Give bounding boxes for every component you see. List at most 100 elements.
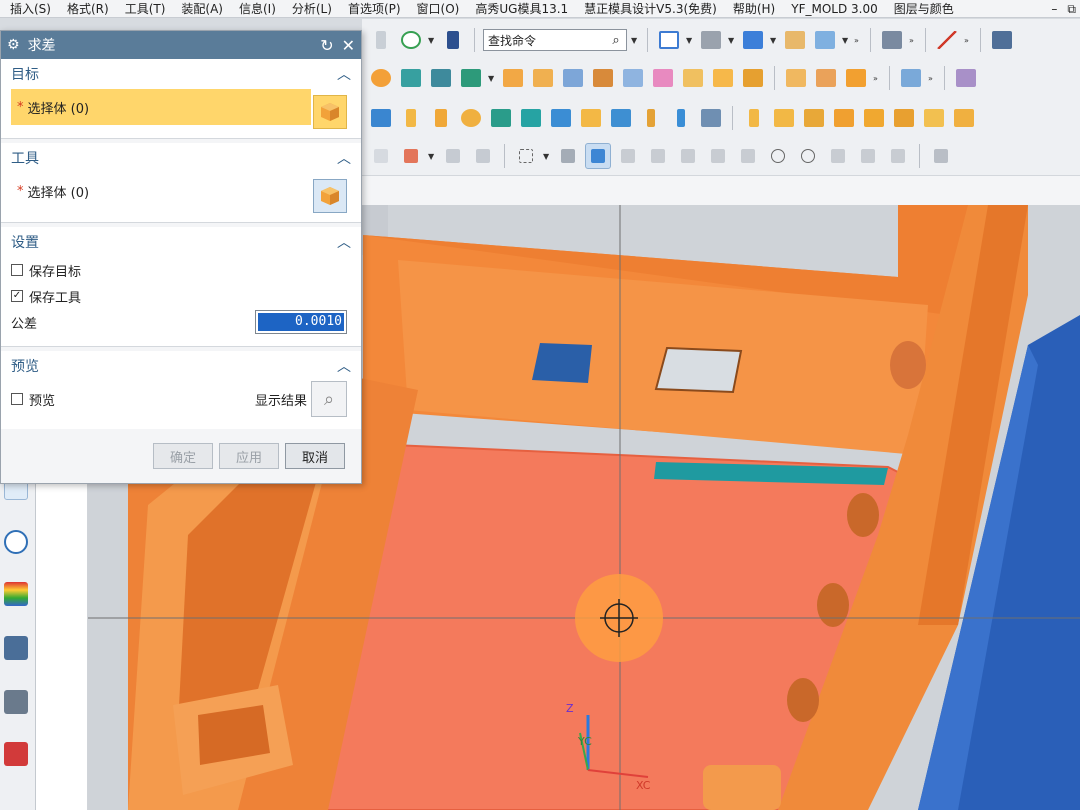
collapse-icon[interactable]: ︿ (337, 148, 351, 168)
restore-icon[interactable]: ⧉ (1067, 2, 1076, 17)
info-icon[interactable] (440, 27, 466, 53)
menu-assembly[interactable]: 装配(A) (173, 0, 231, 17)
preview-checkbox[interactable] (11, 393, 23, 405)
snap-point-icon[interactable] (440, 143, 466, 169)
tool-body-select-button[interactable] (313, 179, 347, 213)
blue-cube-icon[interactable] (740, 27, 766, 53)
menu-yf-mold[interactable]: YF_MOLD 3.00 (783, 2, 886, 16)
keep-tool-row[interactable]: ✓ 保存工具 (1, 283, 361, 309)
spring-icon[interactable] (548, 105, 574, 131)
gate-icon[interactable] (458, 105, 484, 131)
command-search-input[interactable]: 查找命令 ⌕ (483, 29, 627, 51)
gear-icon[interactable]: ⚙ (7, 37, 20, 53)
collapse-icon[interactable]: ︿ (337, 232, 351, 252)
pattern-icon[interactable] (368, 65, 394, 91)
surface-icon[interactable] (813, 65, 839, 91)
view-orient-icon[interactable] (398, 27, 424, 53)
subtract-icon[interactable] (398, 65, 424, 91)
quadrant-snap-icon[interactable] (795, 143, 821, 169)
magnifier-icon[interactable]: ⌕ (606, 33, 626, 48)
cooling-icon[interactable] (608, 105, 634, 131)
apply-button[interactable]: 应用 (219, 443, 279, 469)
intersect-snap-icon[interactable] (735, 143, 761, 169)
shell-icon[interactable] (740, 65, 766, 91)
on-curve-icon[interactable] (855, 143, 881, 169)
keep-tool-checkbox[interactable]: ✓ (11, 290, 23, 302)
center-snap-icon[interactable] (765, 143, 791, 169)
lifter-icon[interactable] (831, 105, 857, 131)
menu-analysis[interactable]: 分析(L) (284, 0, 340, 17)
tool-select-row[interactable]: * 选择体 (0) (1, 173, 361, 209)
intersect-icon[interactable] (458, 65, 484, 91)
tray-icon[interactable] (951, 105, 977, 131)
sync-model-icon[interactable] (898, 65, 924, 91)
line-snap-icon[interactable] (675, 143, 701, 169)
menu-help[interactable]: 帮助(H) (725, 0, 783, 17)
preview-section-header[interactable]: 预览 ︿ (1, 351, 361, 381)
snap-edge-icon[interactable] (470, 143, 496, 169)
chevron-down-icon[interactable]: ▼ (428, 36, 436, 45)
line-icon[interactable] (934, 27, 960, 53)
clip-icon[interactable] (921, 105, 947, 131)
extrude-icon[interactable] (500, 65, 526, 91)
sweep-icon[interactable] (783, 65, 809, 91)
body-select-icon[interactable] (585, 143, 611, 169)
target-section-header[interactable]: 目标 ︿ (1, 59, 361, 89)
pocket-icon[interactable] (680, 65, 706, 91)
unite-icon[interactable] (428, 65, 454, 91)
snap-icon[interactable] (368, 27, 394, 53)
assembly-icon[interactable] (953, 65, 979, 91)
close-icon[interactable]: ✕ (342, 36, 355, 55)
target-select-row[interactable]: * 选择体 (0) (11, 89, 311, 125)
revolve-icon[interactable] (590, 65, 616, 91)
insert-icon[interactable] (698, 105, 724, 131)
slider-icon[interactable] (518, 105, 544, 131)
collapse-icon[interactable]: ︿ (337, 356, 351, 376)
chevron-down-icon[interactable]: ▼ (631, 36, 639, 45)
more-icon[interactable]: » (928, 74, 936, 83)
analysis-icon[interactable] (4, 582, 28, 606)
chevron-down-icon[interactable]: ▼ (686, 36, 694, 45)
show-result-button[interactable]: ⌕ (311, 381, 347, 417)
ok-button[interactable]: 确定 (153, 443, 213, 469)
minimize-icon[interactable]: – (1051, 2, 1057, 16)
puller-icon[interactable] (771, 105, 797, 131)
keep-target-row[interactable]: 保存目标 (1, 257, 361, 283)
ejector-pin-icon[interactable] (398, 105, 424, 131)
tee-icon[interactable] (891, 105, 917, 131)
settings-section-header[interactable]: 设置 ︿ (1, 227, 361, 257)
midpoint-snap-icon[interactable] (645, 143, 671, 169)
chevron-down-icon[interactable]: ▼ (728, 36, 736, 45)
face-select-icon[interactable] (555, 143, 581, 169)
face-blend-icon[interactable] (843, 65, 869, 91)
more-icon[interactable]: » (854, 36, 862, 45)
render-style-icon[interactable] (698, 27, 724, 53)
add-point-icon[interactable] (398, 143, 424, 169)
box-select-icon[interactable] (513, 143, 539, 169)
return-pin-icon[interactable] (668, 105, 694, 131)
target-body-select-button[interactable] (313, 95, 347, 129)
boss-icon[interactable] (650, 65, 676, 91)
arc-snap-icon[interactable] (705, 143, 731, 169)
tolerance-input[interactable]: 0.0010 (255, 310, 347, 334)
keep-target-checkbox[interactable] (11, 264, 23, 276)
more-icon[interactable]: » (909, 36, 917, 45)
grid-icon[interactable] (928, 143, 954, 169)
cylinder-icon[interactable] (560, 65, 586, 91)
hook-icon[interactable] (861, 105, 887, 131)
reset-icon[interactable]: ↻ (320, 36, 333, 55)
menu-window[interactable]: 窗口(O) (409, 0, 468, 17)
rib-icon[interactable] (710, 65, 736, 91)
reuse-library-icon[interactable] (4, 636, 28, 660)
lock-icon[interactable] (801, 105, 827, 131)
cancel-button[interactable]: 取消 (285, 443, 345, 469)
menu-preferences[interactable]: 首选项(P) (340, 0, 409, 17)
chevron-down-icon[interactable]: ▼ (842, 36, 850, 45)
section-view-icon[interactable] (782, 27, 808, 53)
existing-point-icon[interactable] (825, 143, 851, 169)
more-icon[interactable]: » (964, 36, 972, 45)
roles-icon[interactable] (4, 690, 28, 714)
menu-format[interactable]: 格式(R) (59, 0, 117, 17)
chevron-down-icon[interactable]: ▼ (488, 74, 496, 83)
block-icon[interactable] (530, 65, 556, 91)
